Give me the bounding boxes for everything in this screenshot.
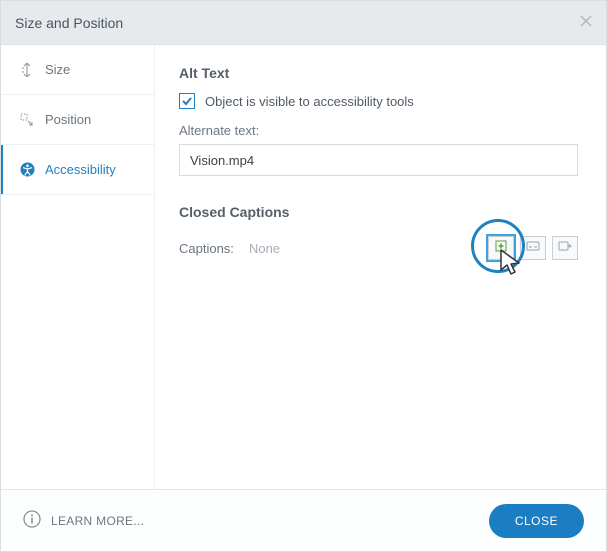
size-icon bbox=[19, 62, 35, 78]
caption-buttons bbox=[488, 236, 578, 260]
checkmark-icon bbox=[179, 93, 195, 109]
captions-label: Captions: bbox=[179, 241, 249, 256]
export-icon bbox=[558, 239, 572, 257]
tab-label: Size bbox=[45, 62, 70, 77]
learn-more-label: LEARN MORE... bbox=[51, 514, 144, 528]
closed-captions-header: Closed Captions bbox=[179, 204, 578, 220]
close-window-icon[interactable] bbox=[580, 14, 592, 32]
plus-icon bbox=[495, 239, 507, 257]
position-icon bbox=[19, 112, 35, 128]
checkbox-label: Object is visible to accessibility tools bbox=[205, 94, 414, 109]
add-caption-button[interactable] bbox=[488, 236, 514, 260]
accessibility-icon bbox=[19, 162, 35, 178]
tab-size[interactable]: Size bbox=[1, 45, 154, 95]
content-panel: Alt Text Object is visible to accessibil… bbox=[155, 45, 606, 489]
visibility-checkbox-row[interactable]: Object is visible to accessibility tools bbox=[179, 93, 578, 109]
alt-text-header: Alt Text bbox=[179, 65, 578, 81]
tab-label: Position bbox=[45, 112, 91, 127]
close-button[interactable]: CLOSE bbox=[489, 504, 584, 538]
info-icon bbox=[23, 510, 41, 531]
alt-text-field-label: Alternate text: bbox=[179, 123, 578, 138]
edit-icon bbox=[526, 239, 540, 257]
tab-label: Accessibility bbox=[45, 162, 116, 177]
window-title: Size and Position bbox=[15, 15, 123, 31]
export-caption-button[interactable] bbox=[552, 236, 578, 260]
captions-value: None bbox=[249, 241, 280, 256]
dialog-body: Size Position Accessibility Alt Text Obj… bbox=[1, 45, 606, 489]
learn-more-link[interactable]: LEARN MORE... bbox=[23, 510, 144, 531]
sidebar: Size Position Accessibility bbox=[1, 45, 155, 489]
tab-accessibility[interactable]: Accessibility bbox=[1, 145, 154, 195]
titlebar: Size and Position bbox=[1, 1, 606, 45]
footer: LEARN MORE... CLOSE bbox=[1, 489, 606, 551]
tab-position[interactable]: Position bbox=[1, 95, 154, 145]
alt-text-input[interactable] bbox=[179, 144, 578, 176]
edit-caption-button[interactable] bbox=[520, 236, 546, 260]
